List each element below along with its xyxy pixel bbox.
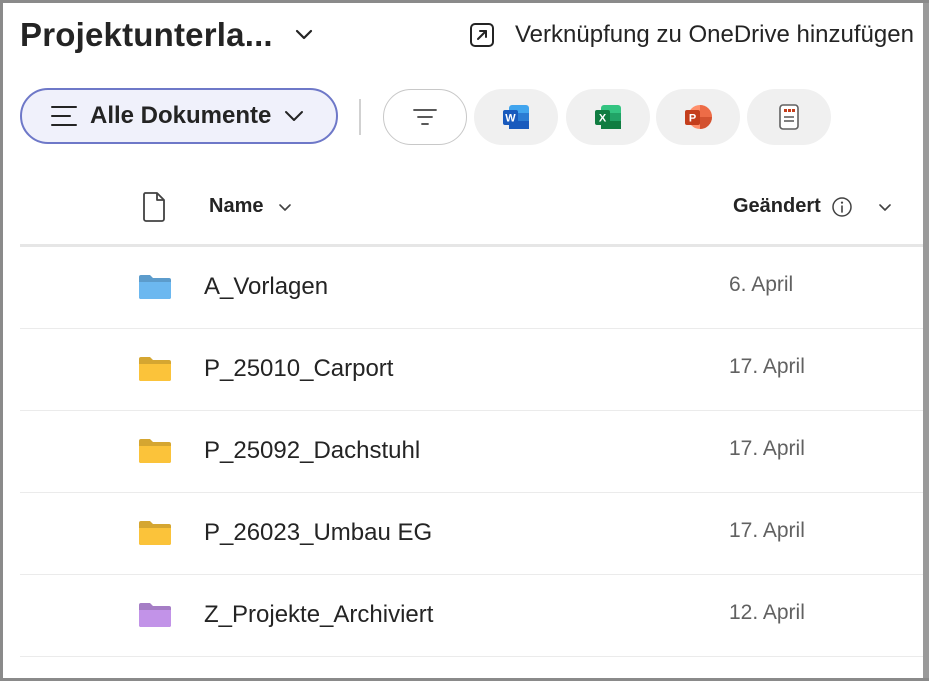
chevron-down-icon — [285, 111, 304, 121]
app-window: Projektunterla... Verknüpfung zu OneDriv… — [0, 0, 929, 681]
excel-icon: X — [595, 105, 621, 129]
add-shortcut-button[interactable]: Verknüpfung zu OneDrive hinzufügen — [469, 21, 914, 49]
filter-button[interactable] — [383, 89, 467, 145]
table-row[interactable]: P_25010_Carport 17. April — [20, 329, 929, 411]
new-excel-workbook-button[interactable]: X — [566, 89, 650, 145]
word-icon: W — [503, 105, 529, 129]
modified-date: 17. April — [729, 355, 805, 378]
table-row[interactable]: A_Vorlagen 6. April — [20, 247, 929, 329]
view-selector-label: Alle Dokumente — [90, 102, 272, 129]
powerpoint-letter: P — [689, 113, 696, 125]
new-word-document-button[interactable]: W — [474, 89, 558, 145]
folder-icon — [139, 603, 171, 627]
list-view-icon — [51, 106, 77, 126]
column-header-name[interactable]: Name — [209, 195, 293, 218]
info-icon[interactable] — [831, 196, 853, 218]
table-row[interactable]: P_25092_Dachstuhl 17. April — [20, 411, 929, 493]
file-name[interactable]: P_25092_Dachstuhl — [204, 437, 420, 465]
new-form-button[interactable] — [747, 89, 831, 145]
forms-icon — [779, 104, 799, 130]
table-row[interactable]: Z_Projekte_Archiviert 12. April — [20, 575, 929, 657]
powerpoint-icon: P — [685, 105, 712, 129]
chevron-down-icon — [279, 203, 292, 211]
table-header: Name Geändert — [20, 171, 929, 247]
folder-icon — [139, 357, 171, 381]
folder-icon — [139, 521, 171, 545]
new-powerpoint-button[interactable]: P — [656, 89, 740, 145]
folder-icon — [139, 439, 171, 463]
modified-date: 17. April — [729, 437, 805, 460]
view-selector-button[interactable]: Alle Dokumente — [20, 88, 338, 144]
modified-date: 12. April — [729, 601, 805, 624]
excel-letter: X — [599, 113, 607, 125]
file-list: A_Vorlagen 6. April P_25010_Carport 17. … — [20, 247, 929, 657]
page-title: Projektunterla... — [20, 16, 273, 53]
modified-date: 17. April — [729, 519, 805, 542]
toolbar-divider — [359, 99, 361, 135]
add-shortcut-label: Verknüpfung zu OneDrive hinzufügen — [515, 21, 914, 48]
file-type-icon[interactable] — [140, 191, 168, 223]
column-header-name-label: Name — [209, 195, 264, 217]
file-name[interactable]: Z_Projekte_Archiviert — [204, 601, 433, 629]
column-header-modified[interactable]: Geändert — [733, 195, 893, 218]
word-letter: W — [505, 113, 516, 125]
chevron-down-icon — [879, 203, 891, 211]
open-external-icon — [470, 23, 494, 47]
table-row[interactable]: P_26023_Umbau EG 17. April — [20, 493, 929, 575]
file-name[interactable]: P_26023_Umbau EG — [204, 519, 432, 547]
modified-date: 6. April — [729, 273, 794, 296]
file-name[interactable]: P_25010_Carport — [204, 355, 393, 383]
folder-icon — [139, 275, 171, 299]
column-header-modified-label: Geändert — [733, 195, 821, 217]
filter-icon — [413, 109, 437, 125]
chevron-down-icon[interactable] — [293, 23, 315, 45]
file-name[interactable]: A_Vorlagen — [204, 273, 328, 301]
